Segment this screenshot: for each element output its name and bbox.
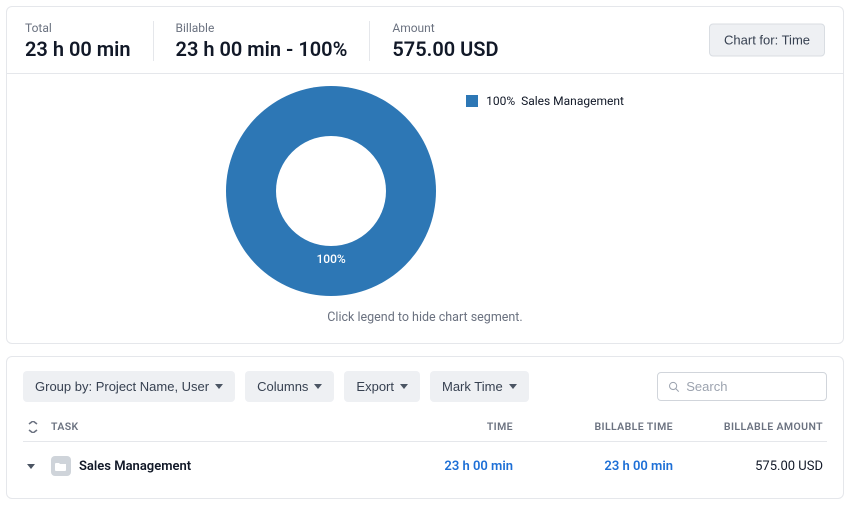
chart-legend[interactable]: 100% Sales Management [466, 94, 624, 108]
mark-time-button[interactable]: Mark Time [430, 371, 529, 402]
stat-amount-label: Amount [392, 21, 498, 35]
chart-for-button[interactable]: Chart for: Time [709, 24, 825, 57]
legend-percent: 100% [486, 94, 515, 108]
legend-swatch-icon [466, 95, 478, 107]
table-toolbar: Group by: Project Name, User Columns Exp… [23, 371, 827, 402]
stat-billable-value: 23 h 00 min - 100% [176, 37, 348, 61]
expand-all-icon [27, 421, 39, 433]
summary-bar: Total 23 h 00 min Billable 23 h 00 min -… [7, 7, 843, 73]
col-header-task[interactable]: TASK [51, 420, 353, 433]
expand-all-button[interactable] [27, 421, 51, 433]
row-time: 23 h 00 min [353, 459, 513, 474]
columns-label: Columns [257, 379, 308, 394]
table-row[interactable]: Sales Management 23 h 00 min 23 h 00 min… [23, 442, 827, 484]
chevron-down-icon [509, 384, 517, 389]
stat-amount-value: 575.00 USD [392, 37, 498, 61]
summary-chart-card: Total 23 h 00 min Billable 23 h 00 min -… [6, 6, 844, 344]
donut-slice-label: 100% [316, 252, 345, 266]
chart-area: 100% 100% Sales Management Click legend … [7, 73, 843, 343]
search-box[interactable] [657, 372, 827, 401]
row-task-name: Sales Management [79, 459, 191, 474]
col-header-billable-amount[interactable]: BILLABLE AMOUNT [673, 420, 823, 433]
stat-total-value: 23 h 00 min [25, 37, 131, 61]
export-button[interactable]: Export [344, 371, 420, 402]
stat-billable: Billable 23 h 00 min - 100% [176, 21, 371, 61]
columns-button[interactable]: Columns [245, 371, 334, 402]
chevron-down-icon [400, 384, 408, 389]
col-header-billable-time[interactable]: BILLABLE TIME [513, 420, 673, 433]
group-by-button[interactable]: Group by: Project Name, User [23, 371, 235, 402]
search-icon [668, 380, 680, 394]
row-task-cell: Sales Management [51, 456, 353, 476]
mark-time-label: Mark Time [442, 379, 503, 394]
col-header-time[interactable]: TIME [353, 420, 513, 433]
chevron-down-icon [215, 384, 223, 389]
chevron-down-icon [27, 464, 35, 469]
table-header: TASK TIME BILLABLE TIME BILLABLE AMOUNT [23, 402, 827, 442]
legend-name: Sales Management [521, 94, 624, 108]
group-by-label: Group by: Project Name, User [35, 379, 209, 394]
project-icon [51, 456, 71, 476]
stat-total: Total 23 h 00 min [25, 21, 154, 61]
table-card: Group by: Project Name, User Columns Exp… [6, 356, 844, 499]
row-expand-toggle[interactable] [27, 464, 51, 469]
donut-chart: 100% [226, 86, 436, 296]
chevron-down-icon [314, 384, 322, 389]
chart-row: 100% 100% Sales Management [25, 86, 825, 296]
export-label: Export [356, 379, 394, 394]
stat-amount: Amount 575.00 USD [392, 21, 520, 61]
chart-hint: Click legend to hide chart segment. [25, 310, 825, 325]
search-input[interactable] [686, 379, 816, 394]
row-billable-time: 23 h 00 min [513, 459, 673, 474]
row-billable-amount: 575.00 USD [673, 459, 823, 474]
stat-total-label: Total [25, 21, 131, 35]
legend-text: 100% Sales Management [486, 94, 624, 108]
stat-billable-label: Billable [176, 21, 348, 35]
